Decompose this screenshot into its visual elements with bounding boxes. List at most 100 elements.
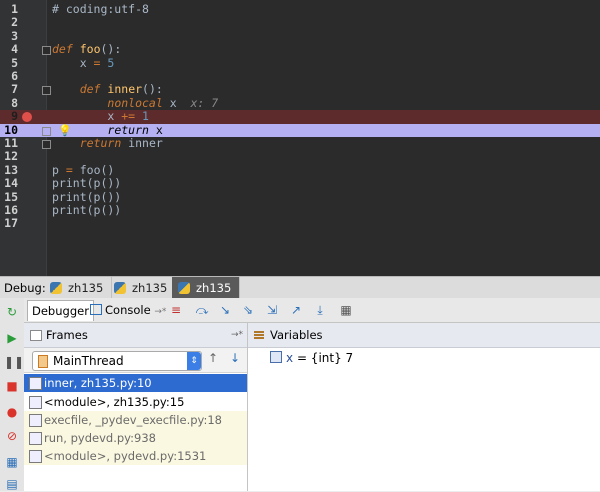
rerun-icon[interactable]: ↻ [4, 304, 20, 320]
debugger-toolbar: Debugger Console →* ≡ ⤼ ↘ ⇘ ⇲ ↗ ⤓ ▦ [24, 298, 600, 323]
tab-debugger[interactable]: Debugger [27, 300, 94, 321]
code-line-16[interactable]: 16 print(p()) [0, 203, 600, 217]
variables-icon [254, 331, 264, 339]
code-line-15[interactable]: 15 print(p()) [0, 189, 600, 204]
view-breakpoints-icon[interactable]: ● [4, 404, 20, 420]
frame-item[interactable]: execfile, _pydev_execfile.py:18 [24, 411, 247, 429]
thread-select[interactable]: MainThread ⇕ [32, 351, 202, 371]
stop-icon[interactable]: ■ [4, 378, 20, 394]
frame-item[interactable]: <module>, pydevd.py:1531 [24, 447, 247, 465]
code-line-4[interactable]: 4 def foo(): [0, 42, 600, 56]
variables-title: Variables [270, 328, 323, 342]
console-label: Console [105, 303, 151, 317]
debug-label: Debug: [4, 281, 46, 295]
line-number: 7 [11, 82, 18, 97]
frame-label: <module>, pydevd.py:1531 [44, 449, 207, 463]
frame-label: inner, zh135.py:10 [44, 376, 152, 390]
debug-tab-label: zh135 [196, 281, 232, 295]
line-number: 9 [11, 109, 18, 124]
frame-icon [29, 377, 42, 390]
line-number: 16 [4, 203, 18, 217]
code-line-5[interactable]: 5 x = 5 [0, 56, 600, 70]
code-text: return x [107, 122, 163, 137]
settings-icon[interactable]: ▤ [4, 476, 20, 492]
code-text: nonlocal x x: 7 [107, 95, 219, 110]
step-over-icon[interactable]: ⤼ [194, 302, 210, 318]
python-icon [114, 282, 126, 294]
debug-tab-1[interactable]: zh135 [44, 277, 113, 299]
show-execution-point-icon[interactable]: ≡ [168, 302, 184, 318]
frame-icon [29, 432, 42, 445]
code-line-17[interactable]: 17 [0, 216, 600, 230]
code-line-14[interactable]: 14 print(p()) [0, 176, 600, 191]
python-icon [178, 282, 190, 294]
code-editor[interactable]: 1 # coding:utf-8 2 3 4 def foo(): 5 x = … [0, 0, 600, 276]
thread-name: MainThread [53, 354, 124, 368]
restore-layout-icon[interactable]: ▦ [4, 454, 20, 470]
debug-tab-2[interactable]: zh135 [108, 277, 177, 299]
variable-icon [270, 351, 282, 363]
line-number: 13 [4, 162, 18, 177]
debug-tab-3-active[interactable]: zh135 [172, 277, 241, 299]
breakpoint-icon[interactable] [22, 111, 32, 122]
frame-label: run, pydevd.py:938 [44, 431, 156, 445]
code-text: x += 1 [52, 109, 149, 124]
debug-tab-bar: Debug: zh135 zh135 zh135 [0, 276, 600, 300]
mute-breakpoints-icon[interactable]: ⊘ [4, 428, 20, 444]
debug-tab-label: zh135 [132, 281, 168, 295]
variables-header: Variables [248, 323, 600, 348]
pause-icon[interactable]: ❚❚ [4, 354, 24, 370]
thread-selector-row: MainThread ⇕ ↑ ↓ [24, 348, 247, 373]
line-number: 11 [4, 136, 18, 150]
frames-panel: Frames →* MainThread ⇕ ↑ ↓ inner, zh135.… [24, 323, 248, 491]
chevron-down-icon: ⇕ [187, 352, 201, 370]
variable-value: = {int} 7 [296, 351, 354, 365]
code-line-11[interactable]: 11 return inner [0, 136, 600, 150]
fold-marker-icon[interactable] [42, 46, 51, 56]
code-line-12[interactable]: 12 [0, 149, 600, 164]
code-line-7[interactable]: 7 def inner(): [0, 82, 600, 97]
pin-icon[interactable]: →* [231, 323, 243, 347]
code-line-9-breakpoint[interactable]: 9 x += 1 [0, 109, 600, 124]
frame-icon [29, 450, 42, 463]
code-line-8[interactable]: 8 nonlocal x x: 7 [0, 95, 600, 110]
code-line-6[interactable]: 6 [0, 69, 600, 83]
resume-icon[interactable]: ▶ [4, 330, 20, 346]
arrow-down-icon[interactable]: ↓ [230, 351, 240, 365]
console-icon [90, 304, 102, 315]
code-line-1[interactable]: 1 # coding:utf-8 [0, 2, 600, 16]
step-into-my-code-icon[interactable]: ⇘ [240, 302, 256, 318]
tab-console[interactable]: Console →* [86, 300, 170, 320]
line-number: 6 [11, 69, 18, 83]
frame-label: execfile, _pydev_execfile.py:18 [44, 413, 223, 427]
arrow-up-icon[interactable]: ↑ [208, 351, 218, 365]
evaluate-expression-icon[interactable]: ▦ [338, 302, 354, 318]
fold-marker-icon[interactable] [42, 86, 51, 96]
variable-row[interactable]: x = {int} 7 [270, 351, 353, 365]
frame-item[interactable]: inner, zh135.py:10 [24, 374, 247, 392]
code-text: print(p()) [52, 189, 122, 204]
code-line-10-current[interactable]: 10 💡 return x [0, 122, 600, 137]
code-line-3[interactable]: 3 [0, 29, 600, 43]
code-line-13[interactable]: 13 p = foo() [0, 162, 600, 177]
step-out-icon[interactable]: ↗ [288, 302, 304, 318]
fold-marker-icon[interactable] [42, 126, 51, 136]
run-to-cursor-icon[interactable]: ⤓ [312, 302, 328, 318]
frame-icon [29, 396, 42, 409]
frame-icon [29, 414, 42, 427]
code-line-2[interactable]: 2 [0, 15, 600, 30]
line-number: 14 [4, 176, 18, 191]
frames-header: Frames →* [24, 323, 247, 348]
frame-item[interactable]: run, pydevd.py:938 [24, 429, 247, 447]
force-step-into-icon[interactable]: ⇲ [264, 302, 280, 318]
line-number: 2 [11, 15, 18, 30]
frame-item[interactable]: <module>, zh135.py:15 [24, 393, 247, 411]
thread-icon [38, 355, 48, 368]
frames-title: Frames [46, 328, 88, 342]
line-number: 12 [4, 149, 18, 164]
step-into-icon[interactable]: ↘ [217, 302, 233, 318]
variable-name: x [286, 351, 294, 365]
code-text: p = foo() [52, 162, 115, 177]
code-text: return inner [79, 136, 163, 150]
fold-marker-icon[interactable] [42, 140, 51, 149]
